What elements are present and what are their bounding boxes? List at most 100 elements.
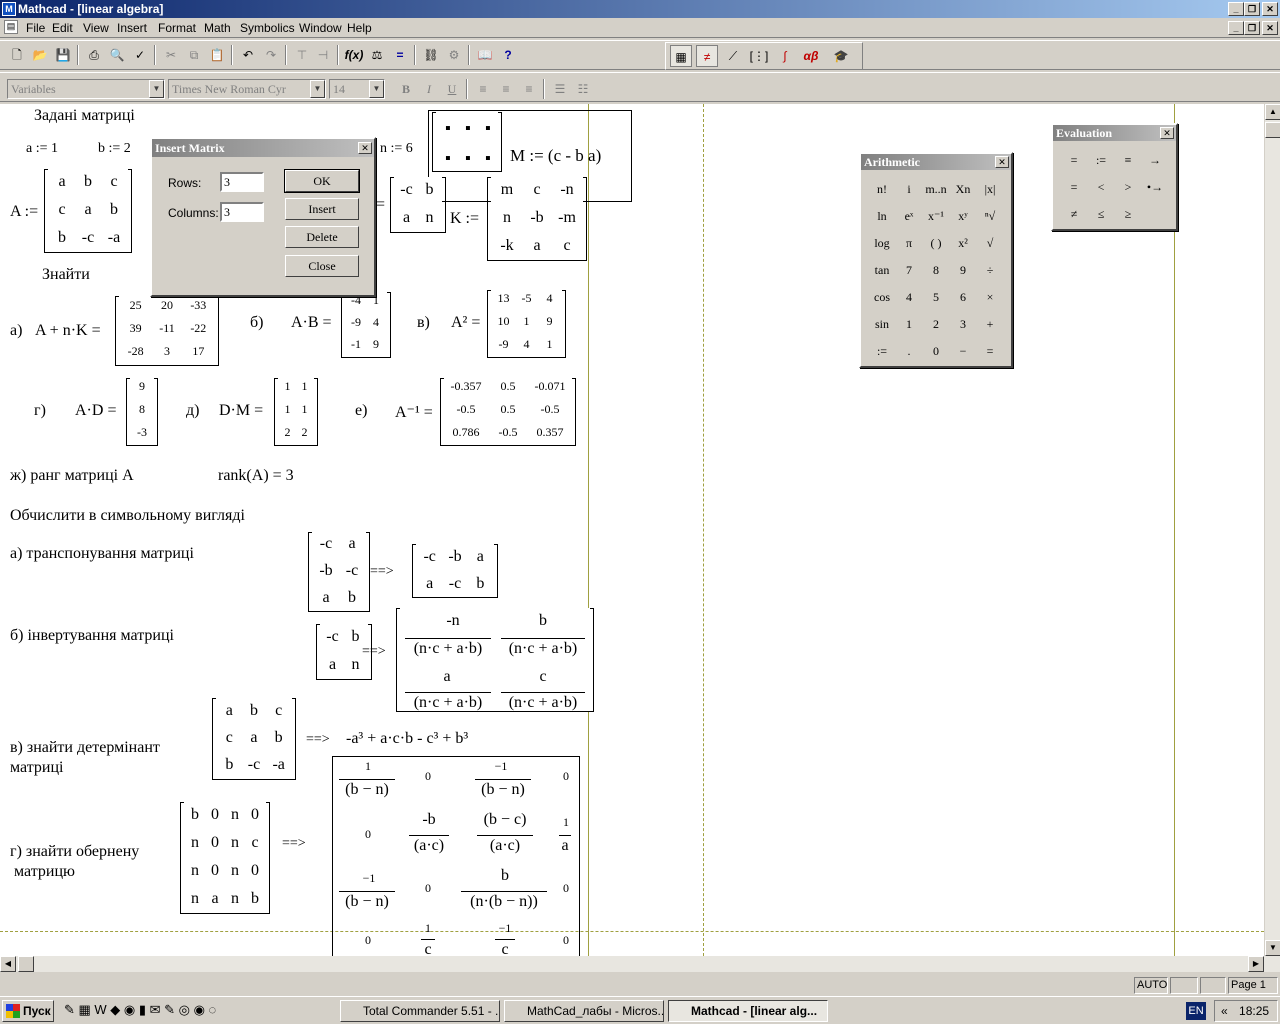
calculator-toolbar-icon[interactable]: ▦ bbox=[670, 45, 692, 67]
insert-hyperlink-icon[interactable]: ⛓ bbox=[420, 44, 442, 66]
scroll-up-icon[interactable]: ▲ bbox=[1265, 104, 1280, 120]
palette-title[interactable]: Arithmetic bbox=[861, 154, 1011, 170]
open-icon[interactable]: 📂 bbox=[29, 44, 51, 66]
insert-function-icon[interactable]: f(x) bbox=[343, 44, 365, 66]
print-icon[interactable]: ⎙ bbox=[83, 44, 105, 66]
copy-icon[interactable]: ⧉ bbox=[183, 44, 205, 66]
palette-button[interactable]: 3 bbox=[950, 311, 976, 337]
placeholder[interactable]: ▪ bbox=[445, 120, 451, 138]
align-down-icon[interactable]: ⊣ bbox=[312, 44, 334, 66]
palette-button[interactable]: = bbox=[1061, 174, 1087, 200]
undo-icon[interactable]: ↶ bbox=[237, 44, 259, 66]
start-button[interactable]: Пуск bbox=[2, 1000, 54, 1022]
palette-button[interactable]: 5 bbox=[923, 284, 949, 310]
placeholder[interactable]: ▪ bbox=[445, 150, 451, 168]
close-icon[interactable]: ✕ bbox=[1160, 127, 1174, 139]
print-preview-icon[interactable]: 🔍 bbox=[106, 44, 128, 66]
evaluation-toolbar-icon[interactable]: ≠ bbox=[696, 45, 718, 67]
new-icon[interactable]: 🗋 bbox=[6, 44, 28, 66]
menu-math[interactable]: Math bbox=[200, 20, 235, 36]
worksheet[interactable]: Задані матриці a := 1 b := 2 n := 6 ▪ ▪ … bbox=[0, 104, 1264, 956]
palette-button[interactable]: < bbox=[1088, 174, 1114, 200]
scroll-thumb[interactable] bbox=[18, 956, 34, 972]
palette-button[interactable]: m..n bbox=[923, 176, 949, 202]
scroll-thumb[interactable] bbox=[1265, 122, 1280, 138]
menu-window[interactable]: Window bbox=[295, 20, 346, 36]
insert-unit-icon[interactable]: ⚖ bbox=[366, 44, 388, 66]
expr-g[interactable]: A·D = bbox=[75, 402, 116, 420]
palette-button[interactable]: 1 bbox=[896, 311, 922, 337]
result-matrix-a[interactable]: 25 20 -33 39 -11 -22 -28 3 17 bbox=[115, 296, 219, 366]
close-icon[interactable]: ✕ bbox=[1262, 2, 1278, 16]
result-matrix-v[interactable]: 13 -5 4 10 1 9 -9 4 1 bbox=[487, 290, 566, 358]
style-select[interactable]: Variables ▼ bbox=[7, 79, 165, 99]
doc-minimize-icon[interactable]: _ bbox=[1228, 21, 1244, 35]
matrix-toolbar-icon[interactable]: [⋮] bbox=[748, 45, 770, 67]
calc-mode[interactable]: AUTO bbox=[1134, 977, 1168, 994]
clock[interactable]: 18:25 bbox=[1239, 1004, 1269, 1018]
rank-label[interactable]: ж) ранг матриці A bbox=[10, 467, 134, 485]
task-mathcad[interactable]: Mathcad - [linear alg... bbox=[668, 1000, 828, 1022]
placeholder-matrix[interactable]: ▪ ▪ ▪ ▪ ▪ ▪ bbox=[432, 112, 502, 172]
menu-edit[interactable]: Edit bbox=[48, 20, 77, 36]
symbolic-transpose-label[interactable]: а) транспонування матриці bbox=[10, 545, 194, 563]
doc-icon[interactable]: ▤ bbox=[4, 20, 18, 34]
insert-button[interactable]: Insert bbox=[285, 198, 359, 220]
menu-file[interactable]: File bbox=[22, 20, 49, 36]
palette-button[interactable]: x² bbox=[950, 230, 976, 256]
matrix-A[interactable]: a b c c a b b -c -a bbox=[44, 169, 132, 253]
menu-help[interactable]: Help bbox=[343, 20, 376, 36]
dialog-title[interactable]: Insert Matrix bbox=[152, 139, 374, 157]
cut-icon[interactable]: ✂ bbox=[160, 44, 182, 66]
symbolic-determinant-label[interactable]: в) знайти детермінант bbox=[10, 739, 160, 757]
menu-insert[interactable]: Insert bbox=[113, 20, 151, 36]
underline-icon[interactable]: U bbox=[441, 78, 463, 100]
app-icon[interactable]: M bbox=[2, 2, 16, 16]
palette-button[interactable]: 4 bbox=[896, 284, 922, 310]
doc-close-icon[interactable]: ✕ bbox=[1262, 21, 1278, 35]
determinant-input-matrix[interactable]: a b c c a b b -c -a bbox=[212, 698, 296, 780]
palette-button[interactable]: |x| bbox=[977, 176, 1003, 202]
palette-button[interactable]: •→ bbox=[1142, 174, 1168, 200]
palette-button[interactable]: π bbox=[896, 230, 922, 256]
palette-button[interactable]: ( ) bbox=[923, 230, 949, 256]
symbolic-inverse-label[interactable]: б) інвертування матриці bbox=[10, 627, 174, 645]
close-button[interactable]: Close bbox=[285, 255, 359, 277]
symbolic-invert-label-2[interactable]: матрицю bbox=[14, 863, 75, 881]
palette-button[interactable]: tan bbox=[869, 257, 895, 283]
palette-button[interactable]: x⁻¹ bbox=[923, 203, 949, 229]
rank-expr[interactable]: rank(A) = 3 bbox=[218, 467, 294, 485]
result-matrix-b[interactable]: -4 1 -9 4 -1 9 bbox=[341, 292, 391, 358]
palette-button[interactable]: → bbox=[1142, 147, 1168, 173]
horizontal-scrollbar[interactable]: ◀ ▶ bbox=[0, 956, 1280, 972]
resource-center-icon[interactable]: 📖 bbox=[474, 44, 496, 66]
A-label[interactable]: A := bbox=[10, 203, 38, 221]
palette-button[interactable]: 0 bbox=[923, 338, 949, 364]
transpose-output-matrix[interactable]: -c -b a a -c b bbox=[412, 544, 498, 598]
palette-button[interactable]: := bbox=[1088, 147, 1114, 173]
palette-button[interactable]: ⁿ√ bbox=[977, 203, 1003, 229]
font-select[interactable]: Times New Roman Cyr ▼ bbox=[168, 79, 326, 99]
inverse-output-matrix[interactable]: -n (n·c + a·b) b (n·c + a·b) a (n·c + a·… bbox=[396, 608, 594, 712]
palette-button[interactable]: ÷ bbox=[977, 257, 1003, 283]
menu-view[interactable]: View bbox=[79, 20, 113, 36]
language-indicator[interactable]: EN bbox=[1186, 1002, 1206, 1020]
expr-d[interactable]: D·M = bbox=[219, 402, 263, 420]
determinant-result[interactable]: -a³ + a·c·b - c³ + b³ bbox=[346, 730, 468, 748]
close-icon[interactable]: ✕ bbox=[995, 156, 1009, 168]
palette-button[interactable]: ≠ bbox=[1061, 201, 1087, 227]
palette-button[interactable]: = bbox=[977, 338, 1003, 364]
restore-icon[interactable]: ❐ bbox=[1244, 2, 1260, 16]
palette-button[interactable]: log bbox=[869, 230, 895, 256]
palette-button[interactable]: 7 bbox=[896, 257, 922, 283]
placeholder[interactable]: ▪ bbox=[465, 120, 471, 138]
transpose-input-matrix[interactable]: -c a -b -c a b bbox=[308, 532, 370, 612]
palette-button[interactable]: eˣ bbox=[896, 203, 922, 229]
palette-button[interactable]: × bbox=[977, 284, 1003, 310]
palette-button[interactable]: 6 bbox=[950, 284, 976, 310]
palette-button[interactable]: 8 bbox=[923, 257, 949, 283]
invert-output-matrix[interactable]: 1 (b − n) 0 −1 (b − n) 0 0 -b (a·c) (b −… bbox=[332, 756, 580, 956]
scroll-right-icon[interactable]: ▶ bbox=[1248, 956, 1264, 972]
palette-button[interactable]: xʸ bbox=[950, 203, 976, 229]
result-matrix-d[interactable]: 111122 bbox=[274, 378, 318, 446]
